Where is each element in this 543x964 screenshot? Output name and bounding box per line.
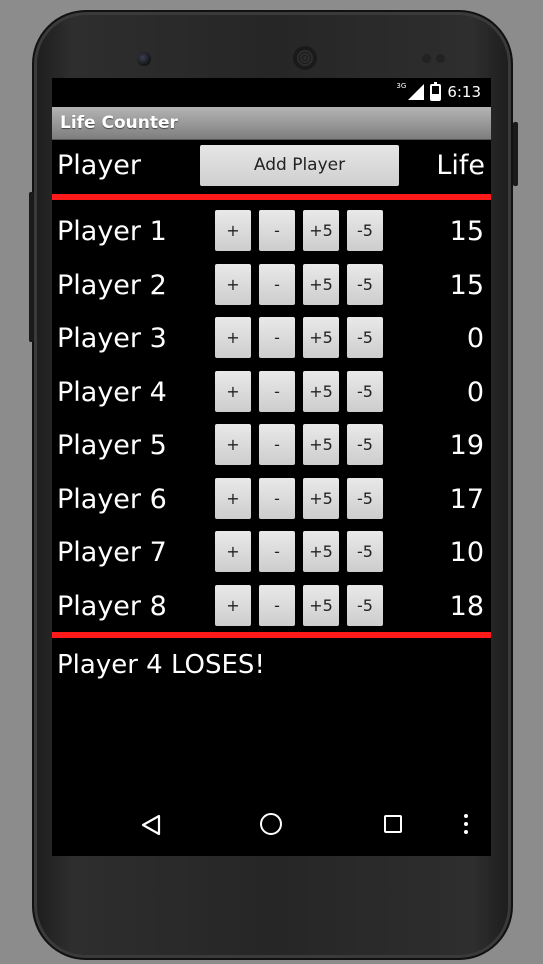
plus-five-button[interactable]: +5 [303,584,339,626]
minus-five-button[interactable]: -5 [347,584,383,626]
minus-one-button[interactable]: - [259,584,295,626]
player-name: Player 1 [57,216,167,247]
player-life: 15 [449,216,484,247]
battery-icon [430,81,442,101]
plus-five-button[interactable]: +5 [303,424,339,465]
network-type: 3G [396,82,407,90]
overflow-menu-icon[interactable] [464,814,468,834]
player-name: Player 5 [57,430,167,461]
screen: 3G 6:13 Life Counter Player Add Player L… [52,78,491,856]
player-name: Player 3 [57,323,167,354]
player-row: Player 3 + - +5 -5 0 [52,311,491,365]
minus-one-button[interactable]: - [259,210,295,251]
player-name: Player 6 [57,483,167,515]
minus-one-button[interactable]: - [259,263,295,305]
player-column-header: Player [57,150,142,181]
player-row: Player 1 + - +5 -5 15 [52,204,491,258]
signal-icon [408,84,425,100]
player-row: Player 5 + - +5 -5 19 [52,418,491,472]
minus-one-button[interactable]: - [259,531,295,572]
player-life: 17 [449,483,484,515]
player-name: Player 2 [57,269,167,301]
player-row: Player 2 + - +5 -5 15 [52,258,491,312]
game-status-message: Player 4 LOSES! [57,650,265,680]
clock: 6:13 [447,83,481,101]
earpiece-speaker [293,46,317,70]
player-name: Player 8 [57,590,167,622]
minus-five-button[interactable]: -5 [347,317,383,358]
minus-five-button[interactable]: -5 [347,477,383,519]
plus-one-button[interactable]: + [215,370,251,412]
plus-five-button[interactable]: +5 [303,370,339,412]
minus-five-button[interactable]: -5 [347,531,383,572]
plus-one-button[interactable]: + [215,263,251,305]
player-life: 0 [466,376,484,408]
power-button [513,122,518,186]
home-icon[interactable] [260,813,282,835]
plus-five-button[interactable]: +5 [303,263,339,305]
player-life: 19 [449,430,484,461]
add-player-button[interactable]: Add Player [200,145,399,186]
app-title: Life Counter [52,107,491,140]
header-row: Player Add Player Life [52,140,491,194]
light-sensor [436,54,445,63]
plus-five-button[interactable]: +5 [303,210,339,251]
player-life: 10 [449,537,484,568]
player-life: 15 [449,269,484,301]
minus-five-button[interactable]: -5 [347,263,383,305]
player-list: Player 1 + - +5 -5 15 Player 2 + - +5 -5… [52,200,491,632]
minus-five-button[interactable]: -5 [347,370,383,412]
plus-one-button[interactable]: + [215,531,251,572]
volume-button [29,192,34,342]
minus-one-button[interactable]: - [259,424,295,465]
front-camera [137,52,151,66]
player-life: 18 [449,590,484,622]
plus-five-button[interactable]: +5 [303,477,339,519]
plus-one-button[interactable]: + [215,477,251,519]
minus-one-button[interactable]: - [259,317,295,358]
player-name: Player 7 [57,537,167,568]
minus-five-button[interactable]: -5 [347,210,383,251]
recent-apps-icon[interactable] [384,815,402,833]
player-row: Player 8 + - +5 -5 18 [52,579,491,633]
player-life: 0 [466,323,484,354]
player-row: Player 4 + - +5 -5 0 [52,365,491,419]
minus-five-button[interactable]: -5 [347,424,383,465]
minus-one-button[interactable]: - [259,477,295,519]
back-icon[interactable] [140,814,162,836]
plus-one-button[interactable]: + [215,210,251,251]
plus-one-button[interactable]: + [215,584,251,626]
plus-five-button[interactable]: +5 [303,531,339,572]
player-name: Player 4 [57,376,167,408]
player-row: Player 7 + - +5 -5 10 [52,525,491,579]
plus-five-button[interactable]: +5 [303,317,339,358]
navigation-bar [52,796,491,856]
plus-one-button[interactable]: + [215,317,251,358]
status-bar: 3G 6:13 [52,78,491,107]
life-column-header: Life [436,150,485,181]
plus-one-button[interactable]: + [215,424,251,465]
player-row: Player 6 + - +5 -5 17 [52,472,491,526]
proximity-sensor [422,54,431,63]
minus-one-button[interactable]: - [259,370,295,412]
